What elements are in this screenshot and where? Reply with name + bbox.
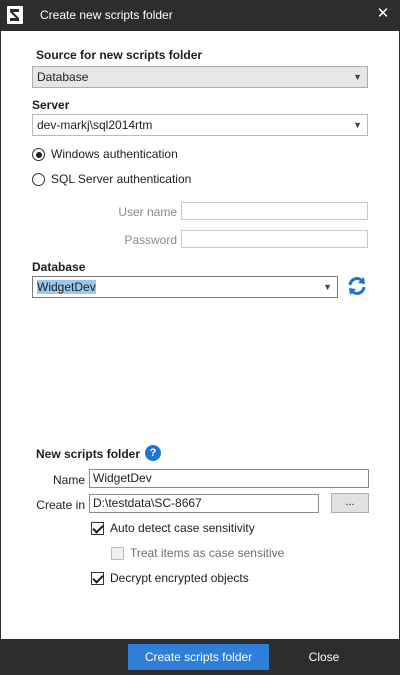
create-scripts-folder-button[interactable]: Create scripts folder: [128, 644, 269, 670]
decrypt-label: Decrypt encrypted objects: [110, 571, 249, 585]
sql-auth-radio[interactable]: [32, 173, 45, 186]
create-in-label: Create in: [36, 498, 85, 512]
treat-case-label: Treat items as case sensitive: [130, 546, 285, 560]
source-heading: Source for new scripts folder: [36, 48, 203, 62]
source-select-value: Database: [37, 70, 89, 84]
chevron-down-icon: ▼: [353, 120, 362, 130]
create-in-field[interactable]: D:\testdata\SC-8667: [89, 494, 319, 513]
windows-auth-label: Windows authentication: [51, 147, 178, 161]
dialog-content: Source for new scripts folder Database ▼…: [1, 31, 399, 639]
dialog-window: Create new scripts folder ✕ Source for n…: [0, 0, 400, 675]
server-select-value: dev-markj\sql2014rtm: [37, 118, 153, 132]
title-bar: Create new scripts folder ✕: [0, 0, 400, 31]
source-select[interactable]: Database ▼: [32, 66, 368, 88]
server-select[interactable]: dev-markj\sql2014rtm ▼: [32, 114, 368, 136]
password-label: Password: [124, 233, 177, 247]
name-label: Name: [52, 473, 85, 487]
browse-button[interactable]: ...: [331, 493, 369, 513]
decrypt-checkbox[interactable]: [91, 572, 104, 585]
treat-case-checkbox: [111, 547, 124, 560]
chevron-down-icon: ▼: [353, 72, 362, 82]
auto-detect-label: Auto detect case sensitivity: [110, 521, 255, 535]
name-field[interactable]: WidgetDev: [89, 469, 369, 488]
close-button[interactable]: Close: [284, 644, 364, 670]
window-title: Create new scripts folder: [40, 8, 173, 22]
database-select-value: WidgetDev: [37, 280, 96, 294]
database-heading: Database: [32, 260, 86, 274]
server-heading: Server: [32, 98, 70, 112]
sql-auth-label: SQL Server authentication: [51, 172, 192, 186]
password-field[interactable]: [181, 230, 368, 248]
username-label: User name: [118, 205, 177, 219]
refresh-icon[interactable]: [346, 275, 368, 297]
database-select[interactable]: WidgetDev ▼: [32, 276, 338, 298]
close-icon[interactable]: ✕: [375, 5, 391, 23]
windows-auth-radio[interactable]: [32, 148, 45, 161]
username-field[interactable]: [181, 202, 368, 220]
chevron-down-icon: ▼: [323, 282, 332, 292]
help-icon[interactable]: ?: [145, 445, 161, 461]
auto-detect-checkbox[interactable]: [91, 522, 104, 535]
app-logo-icon: [7, 6, 23, 24]
scripts-folder-heading: New scripts folder: [36, 447, 141, 461]
